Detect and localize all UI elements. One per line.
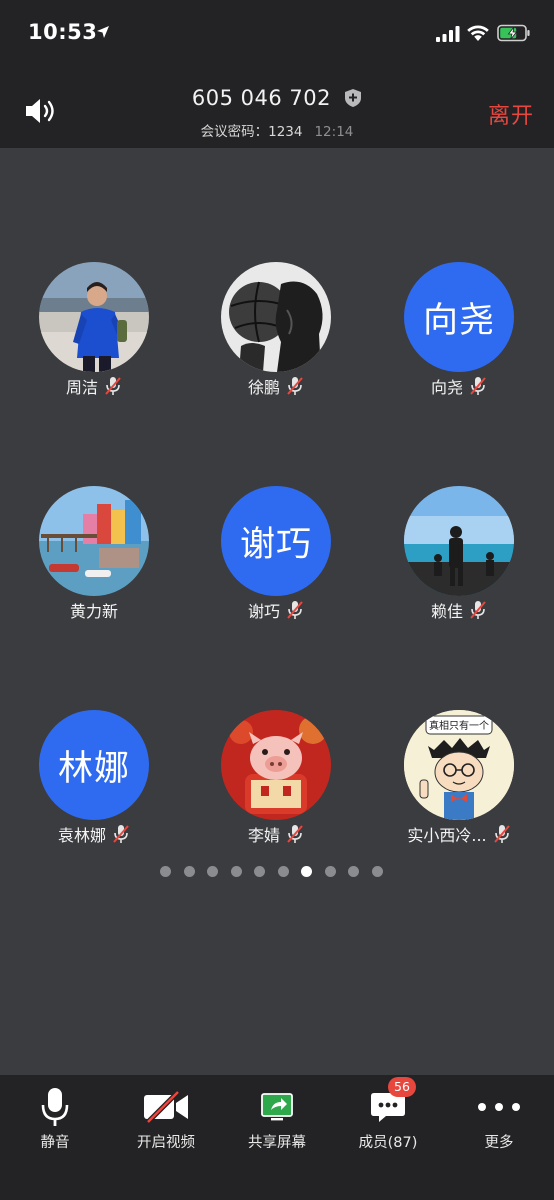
avatar-photo-basketball-man (221, 262, 331, 372)
participant-tile[interactable]: 徐鹏 (186, 262, 366, 412)
share-screen-button[interactable]: 共享屏幕 (222, 1075, 332, 1165)
participant-tile[interactable]: 黄力新 (4, 486, 184, 636)
avatar-photo-cartoon-detective: 真相只有一个 (404, 710, 514, 820)
participant-name: 赖佳 (430, 602, 463, 621)
meeting-header: 10:53 605 046 702 会议密码：1234 12:14 离开 (0, 0, 554, 148)
meeting-duration: 12:14 (314, 124, 354, 140)
meeting-id[interactable]: 605 046 702 (192, 86, 331, 110)
mic-muted-icon (470, 601, 486, 619)
avatar-initials: 谢巧 (239, 524, 312, 565)
signal-icon (436, 26, 460, 42)
participant-name: 李婧 (247, 826, 280, 845)
mic-muted-icon (113, 825, 129, 843)
participant-avatar (221, 262, 331, 372)
mute-label: 静音 (40, 1135, 70, 1151)
wifi-icon (467, 25, 489, 41)
participant-avatar (39, 262, 149, 372)
participant-tile[interactable]: 真相只有一个 实小西冷... (369, 710, 549, 860)
participant-name-row: 向尧 (369, 374, 549, 398)
participant-tile[interactable]: 林娜 袁林娜 (4, 710, 184, 860)
mic-muted-icon (287, 825, 303, 843)
more-label: 更多 (484, 1135, 514, 1151)
participant-avatar (39, 486, 149, 596)
members-label: 成员(87) (358, 1135, 418, 1151)
share-screen-icon (261, 1093, 293, 1121)
avatar-initials: 向尧 (422, 300, 495, 341)
microphone-icon (41, 1088, 69, 1126)
start-video-label: 开启视频 (137, 1135, 195, 1151)
status-bar: 10:53 (0, 0, 554, 70)
password-value: 1234 (268, 124, 303, 140)
more-button[interactable]: 更多 (444, 1075, 554, 1165)
page-dot[interactable] (183, 866, 195, 877)
page-dot[interactable] (348, 866, 359, 877)
meeting-info-row: 会议密码：1234 12:14 (0, 120, 554, 140)
page-dot-active[interactable] (301, 866, 312, 877)
participant-name: 徐鹏 (247, 378, 280, 397)
mic-muted-icon (287, 377, 303, 395)
meeting-screen: 10:53 605 046 702 会议密码：1234 12:14 离开 周洁 … (0, 0, 554, 1200)
shield-icon[interactable] (344, 88, 362, 108)
meeting-id-row: 605 046 702 (0, 86, 554, 110)
participant-avatar: 真相只有一个 (404, 710, 514, 820)
share-screen-label: 共享屏幕 (248, 1135, 306, 1151)
participant-tile[interactable]: 赖佳 (369, 486, 549, 636)
participant-tile[interactable]: 周洁 (4, 262, 184, 412)
participant-tile[interactable]: 向尧 向尧 (369, 262, 549, 412)
participant-name: 谢巧 (247, 602, 280, 621)
participant-name-row: 徐鹏 (186, 374, 366, 398)
participant-name: 向尧 (430, 378, 463, 397)
page-dot[interactable] (371, 866, 383, 877)
avatar-photo-pig-cartoon (221, 710, 331, 820)
location-arrow-icon (97, 26, 109, 38)
avatar-caption: 真相只有一个 (429, 719, 489, 732)
status-time: 10:53 (28, 20, 98, 44)
participant-name: 袁林娜 (57, 826, 106, 845)
leave-button[interactable]: 离开 (488, 98, 534, 130)
mic-muted-icon (105, 377, 121, 395)
mic-muted-icon (470, 377, 486, 395)
page-dot[interactable] (230, 866, 242, 877)
video-off-icon (144, 1090, 188, 1124)
participant-avatar: 林娜 (39, 710, 149, 820)
start-video-button[interactable]: 开启视频 (111, 1075, 221, 1165)
participant-tile[interactable]: 李婧 (186, 710, 366, 860)
mute-button[interactable]: 静音 (0, 1075, 110, 1165)
page-dot[interactable] (277, 866, 289, 877)
participant-avatar: 向尧 (404, 262, 514, 372)
mic-muted-icon (493, 825, 510, 843)
participant-name-row: 实小西冷... (369, 822, 549, 846)
participant-name-row: 谢巧 (186, 598, 366, 622)
participant-name-row: 李婧 (186, 822, 366, 846)
participant-name-row: 黄力新 (4, 598, 184, 622)
participant-name: 周洁 (65, 378, 98, 397)
participant-name-row: 周洁 (4, 374, 184, 398)
page-dot[interactable] (160, 866, 171, 877)
participant-name-row: 赖佳 (369, 598, 549, 622)
page-indicator[interactable] (160, 866, 400, 880)
page-dot[interactable] (254, 866, 265, 877)
participant-avatar (404, 486, 514, 596)
participant-avatar (221, 710, 331, 820)
avatar-photo-woman-blue-jacket (39, 262, 149, 372)
bottom-toolbar: 静音 开启视频 共享屏幕 成员(87) 更多 (0, 1075, 554, 1200)
password-label: 会议密码： (200, 124, 269, 140)
participant-name-row: 袁林娜 (4, 822, 184, 846)
avatar-photo-harbor-houses (39, 486, 149, 596)
participant-avatar: 谢巧 (221, 486, 331, 596)
mic-muted-icon (287, 601, 303, 619)
page-dot[interactable] (207, 866, 218, 877)
more-icon (478, 1103, 520, 1111)
avatar-initials: 林娜 (57, 748, 130, 789)
page-dot[interactable] (324, 866, 336, 877)
members-count-badge: 56 (388, 1077, 416, 1097)
participant-tile[interactable]: 谢巧 谢巧 (186, 486, 366, 636)
participant-name: 黄力新 (69, 602, 118, 621)
battery-charging-icon (497, 24, 530, 42)
avatar-photo-seaside-silhouette (404, 486, 514, 596)
participant-name: 实小西冷... (407, 826, 487, 845)
